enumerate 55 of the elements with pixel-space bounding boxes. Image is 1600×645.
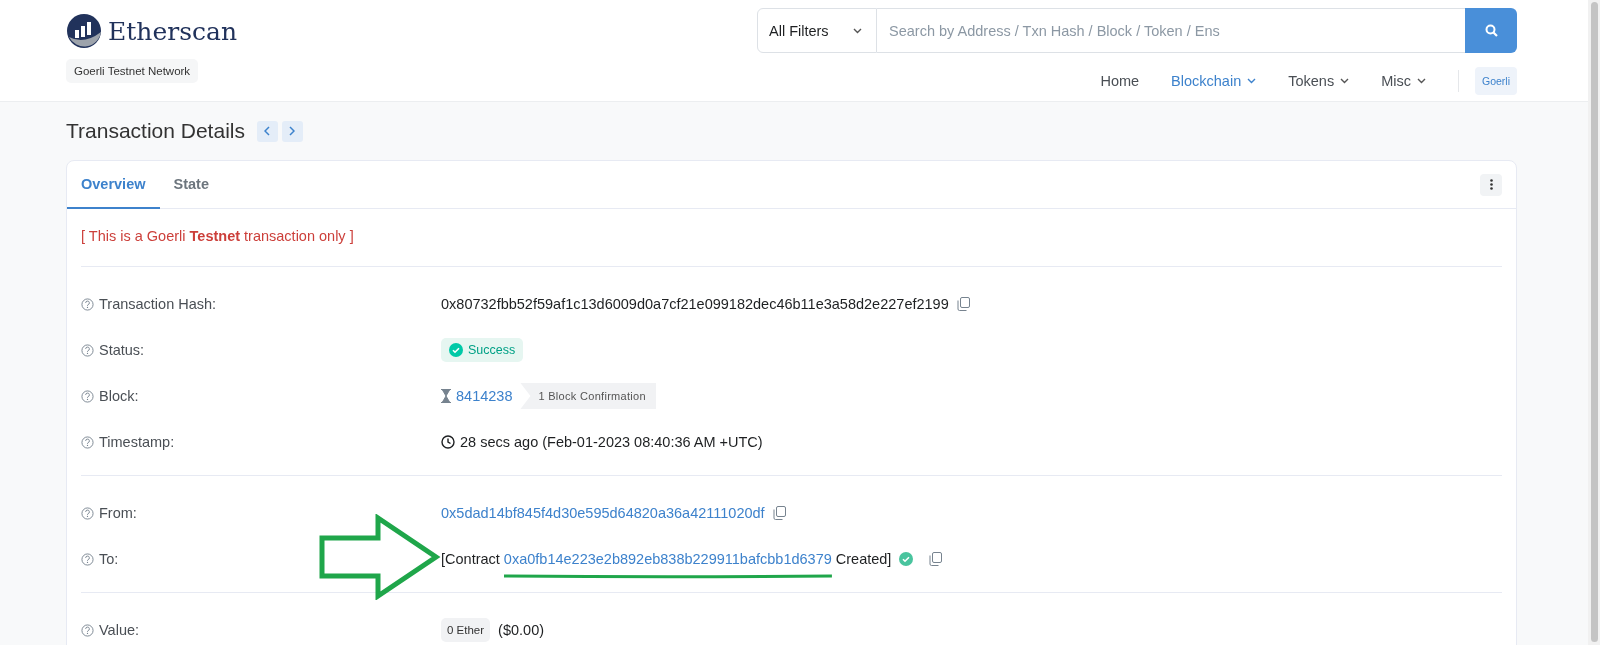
search-field[interactable]: Search by Address / Txn Hash / Block / Token / Ens: [877, 8, 1465, 53]
help-icon: [81, 343, 94, 357]
help-icon: [81, 297, 94, 311]
field-label: Block:: [99, 388, 139, 404]
contract-prefix: [Contract: [441, 551, 500, 567]
page-title: Transaction Details: [66, 119, 245, 143]
contract-suffix: Created]: [835, 551, 892, 567]
scrollbar[interactable]: [1590, 2, 1598, 642]
nav-link[interactable]: Blockchain: [1155, 73, 1273, 89]
previous-button[interactable]: [256, 120, 278, 142]
address-link[interactable]: 0x5dad14bf845f4d30e595d64820a36a42111020df: [441, 505, 765, 521]
field-label: Status:: [99, 342, 145, 358]
copy-icon[interactable]: [929, 552, 943, 566]
logo-icon[interactable]: [66, 13, 102, 49]
field-label: From:: [99, 505, 137, 521]
nav-link[interactable]: Tokens: [1272, 73, 1366, 89]
chevron-right-icon: [289, 126, 296, 136]
field-label: Transaction Hash:: [99, 296, 217, 312]
check-circle-icon: [449, 343, 463, 357]
network-button[interactable]: Goerli: [1475, 67, 1517, 95]
search-icon: [1484, 24, 1498, 37]
usd-value: ($0.00): [498, 622, 545, 638]
help-icon: [81, 623, 94, 637]
filter-dropdown[interactable]: All Filters: [757, 8, 877, 53]
block-number-link[interactable]: 8414238: [456, 388, 513, 404]
more-button[interactable]: [1480, 173, 1502, 196]
help-icon: [81, 506, 94, 520]
nav-link[interactable]: Home: [1084, 73, 1156, 89]
status-badge: Success: [441, 338, 524, 362]
search-button[interactable]: [1465, 8, 1517, 53]
nav-link[interactable]: Misc: [1365, 73, 1442, 89]
copy-icon[interactable]: [956, 297, 970, 311]
more-vertical-icon: [1489, 179, 1493, 190]
chevron-left-icon: [264, 126, 271, 136]
help-icon: [81, 389, 94, 403]
field-label: Value:: [99, 622, 140, 638]
help-icon: [81, 435, 94, 449]
contract-address-link[interactable]: 0xa0fb14e223e2b892eb838b229911bafcbb1d6379: [503, 551, 832, 567]
copy-icon[interactable]: [772, 506, 786, 520]
help-icon: [81, 552, 94, 566]
field-label: To:: [99, 551, 119, 567]
next-button[interactable]: [281, 120, 303, 142]
tab[interactable]: State: [159, 161, 223, 209]
transaction-hash: 0x80732fbb52f59af1c13d6009d0a7cf21e099182dec46b11e3a58d2e227ef2199: [441, 296, 949, 312]
timestamp-text: 28 secs ago (Feb-01-2023 08:40:36 AM +UTC): [460, 434, 763, 450]
clock-icon: [441, 435, 455, 449]
logo-text[interactable]: Etherscan: [108, 16, 237, 46]
caret-icon: [853, 27, 862, 34]
confirmation-badge: 1 Block Confirmation: [520, 383, 656, 409]
ether-amount-badge: 0 Ether: [441, 618, 491, 642]
tab[interactable]: Overview: [67, 161, 160, 209]
hourglass-icon: [441, 389, 451, 403]
testnet-notice: [ This is a Goerli Testnet transaction only ]: [81, 209, 1502, 267]
field-label: Timestamp:: [99, 434, 175, 450]
network-badge: Goerli Testnet Network: [66, 59, 199, 83]
